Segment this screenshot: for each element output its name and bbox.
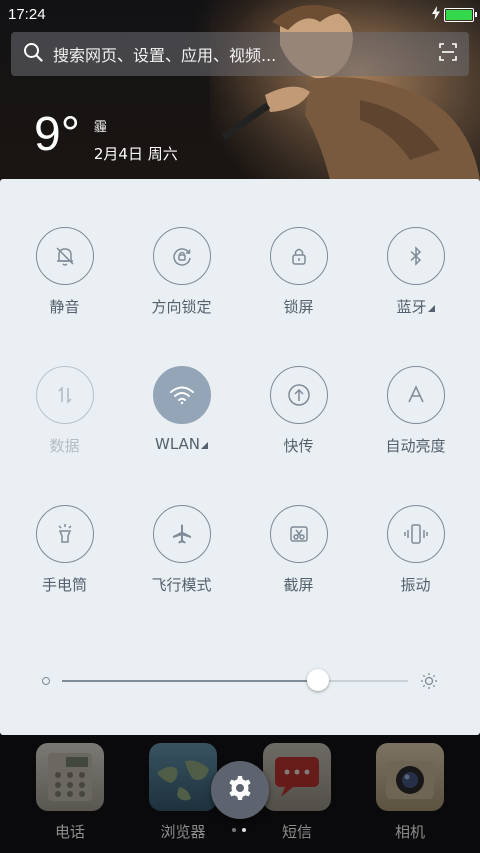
toggle-label: 振动 <box>400 576 431 594</box>
screenshot-icon <box>269 505 328 563</box>
settings-button[interactable] <box>211 761 269 819</box>
lock-icon <box>269 227 328 285</box>
toggle-label: 蓝牙 <box>357 296 474 317</box>
toggle-label: 锁屏 <box>283 298 314 316</box>
battery-icon <box>444 8 477 22</box>
weather-date: 2月4日 周六 <box>93 145 178 163</box>
status-bar: 17:24 <box>0 0 480 28</box>
flashlight-icon <box>35 505 94 563</box>
toggle-label: 方向锁定 <box>151 298 212 316</box>
brightness-slider[interactable] <box>0 669 480 693</box>
dock-app-browser[interactable]: 浏览器 <box>148 743 218 842</box>
scan-icon[interactable] <box>439 43 457 65</box>
search-placeholder: 搜索网页、设置、应用、视频... <box>53 46 277 65</box>
toggle-airplane-mode[interactable]: 飞行模式 <box>123 505 240 595</box>
page-dot-active <box>242 828 246 832</box>
camera-icon <box>376 743 444 811</box>
bolt-icon <box>431 6 441 24</box>
airplane-icon <box>152 505 211 563</box>
toggle-label: 截屏 <box>283 576 314 594</box>
weather-condition: 霾 <box>93 120 107 135</box>
browser-icon <box>149 743 217 811</box>
toggle-lock-screen[interactable]: 锁屏 <box>240 227 357 317</box>
brightness-min-icon <box>42 677 50 685</box>
brightness-thumb[interactable] <box>307 669 330 691</box>
messages-icon <box>263 743 331 811</box>
toggle-mobile-data[interactable]: 数据 <box>6 366 123 456</box>
page-indicator <box>232 828 246 832</box>
phone-icon <box>36 743 104 811</box>
toggle-auto-brightness[interactable]: 自动亮度 <box>357 366 474 456</box>
toggle-label: 飞行模式 <box>151 576 212 594</box>
dock-app-label: 相机 <box>394 823 425 841</box>
dock-app-label: 短信 <box>281 823 312 841</box>
toggle-label: WLAN <box>123 435 240 453</box>
dock-app-label: 电话 <box>54 823 85 841</box>
rotation-lock-icon <box>152 227 211 285</box>
page-dot <box>232 828 236 832</box>
expand-triangle-icon <box>201 442 208 449</box>
search-bar[interactable]: 搜索网页、设置、应用、视频... <box>11 32 469 76</box>
expand-triangle-icon <box>427 305 435 312</box>
toggle-label: 快传 <box>283 437 314 455</box>
dock-app-label: 浏览器 <box>160 823 206 841</box>
toggle-screenshot[interactable]: 截屏 <box>240 505 357 595</box>
dock-app-phone[interactable]: 电话 <box>35 743 105 842</box>
brightness-max-icon <box>420 672 438 694</box>
weather-widget[interactable]: 9° 霾 2月4日 周六 <box>34 108 178 164</box>
toggle-quick-transfer[interactable]: 快传 <box>240 366 357 456</box>
toggle-mute[interactable]: 静音 <box>6 227 123 317</box>
vibrate-icon <box>386 505 445 563</box>
auto-brightness-icon <box>386 366 445 424</box>
brightness-fill <box>62 680 319 682</box>
quick-transfer-icon <box>269 366 328 424</box>
gear-icon <box>227 775 253 805</box>
toggle-label: 数据 <box>49 437 80 455</box>
weather-temperature: 9° <box>34 108 80 161</box>
quick-settings-panel: 静音 方向锁定 锁屏 蓝牙 数据 WLAN 快传 自动亮度 手电筒 飞行模式 截… <box>0 179 480 735</box>
bell-off-icon <box>35 227 94 285</box>
search-icon <box>23 42 43 66</box>
dock-app-messages[interactable]: 短信 <box>262 743 332 842</box>
toggle-wlan[interactable]: WLAN <box>123 366 240 453</box>
app-dock: 电话 浏览器 短信 相机 <box>0 735 480 853</box>
brightness-track[interactable] <box>62 680 408 682</box>
toggle-label: 自动亮度 <box>385 437 446 455</box>
dock-app-camera[interactable]: 相机 <box>375 743 445 842</box>
mobile-data-icon <box>35 366 94 424</box>
toggle-flashlight[interactable]: 手电筒 <box>6 505 123 595</box>
toggle-vibrate[interactable]: 振动 <box>357 505 474 595</box>
toggle-bluetooth[interactable]: 蓝牙 <box>357 227 474 317</box>
status-time: 17:24 <box>8 5 46 23</box>
wifi-icon <box>152 366 211 424</box>
bluetooth-icon <box>386 227 445 285</box>
toggle-rotation-lock[interactable]: 方向锁定 <box>123 227 240 317</box>
battery-indicator <box>431 6 477 24</box>
toggle-label: 静音 <box>49 298 80 316</box>
toggle-label: 手电筒 <box>41 576 87 594</box>
